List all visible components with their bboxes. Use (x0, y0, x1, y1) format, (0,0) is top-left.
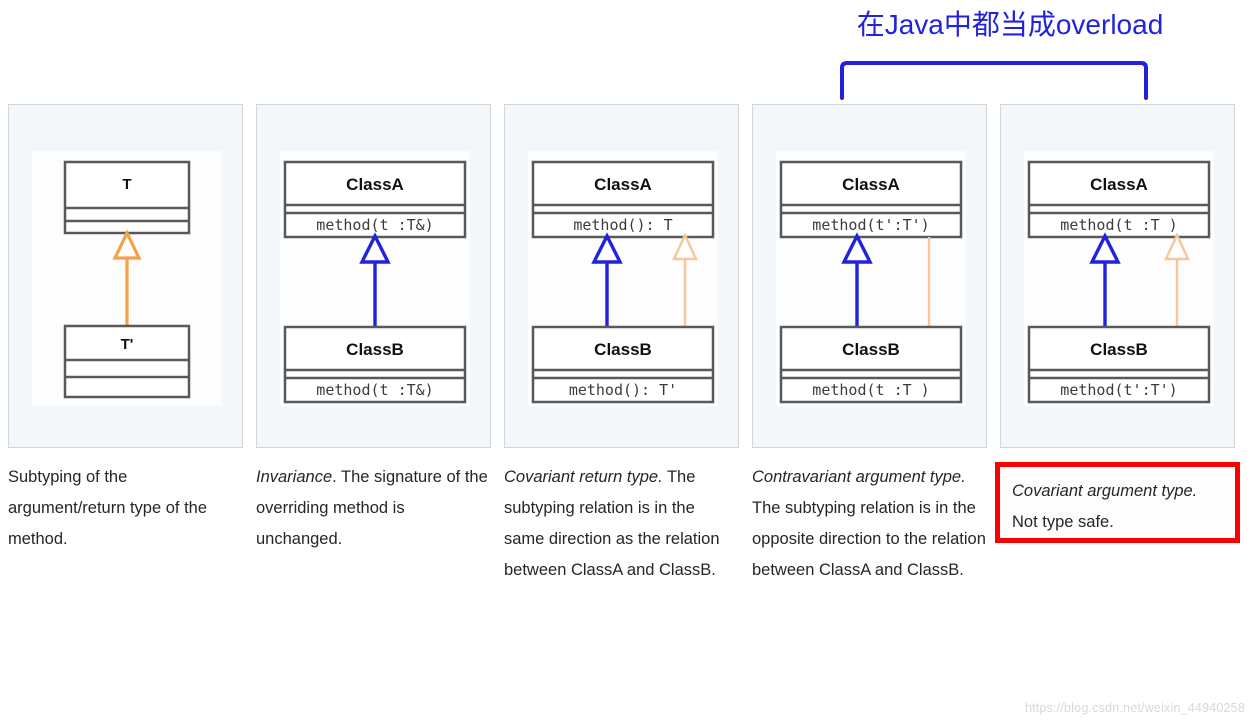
annotation-bracket-icon (840, 61, 1148, 100)
class-member-super: method(t :T ) (1060, 216, 1177, 234)
class-box-super: ClassA method(t :T&) (283, 160, 467, 239)
inheritance-arrow-icon (591, 232, 623, 327)
uml-diagram-covariant-argument: ClassA method(t :T ) ClassB method(t':T'… (1027, 160, 1211, 404)
caption-term: Covariant return type. (504, 468, 663, 486)
caption-strip: Subtyping of the argument/return type of… (8, 462, 1248, 712)
class-name-super: ClassA (842, 175, 900, 194)
class-member-sub: method(): T' (569, 381, 677, 399)
caption-invariance: Invariance. The signature of the overrid… (256, 462, 491, 712)
caption-covariant-return: Covariant return type. The subtyping rel… (504, 462, 739, 712)
subtype-arrow-icon (112, 229, 142, 326)
class-name-sub: ClassB (842, 340, 900, 359)
panel-covariant-return: ClassA method(): T ClassB method(): T' (504, 104, 739, 448)
panel-contravariant-argument: ClassA method(t':T') ClassB method(t :T … (752, 104, 987, 448)
class-box-super: ClassA method(): T (531, 160, 715, 239)
class-member-super: method(t :T&) (316, 216, 433, 234)
caption-covariant-argument-highlighted: Covariant argument type. Not type safe. (995, 462, 1240, 543)
class-box-sub: ClassB method(t':T') (1027, 325, 1211, 404)
watermark-text: https://blog.csdn.net/weixin_44940258 (1024, 701, 1245, 715)
annotation-layer: 在Java中都当成overload (0, 0, 1255, 100)
caption-contravariant-argument: Contravariant argument type. The subtypi… (752, 462, 987, 712)
class-box-super: ClassA method(t :T ) (1027, 160, 1211, 239)
diagram-panel-strip: T T' ClassA method(t :T&) ClassB method(… (8, 104, 1248, 450)
class-box-sub: ClassB method(t :T ) (779, 325, 963, 404)
class-name-sub: ClassB (1090, 340, 1148, 359)
uml-diagram-subtyping: T T' (63, 160, 191, 399)
class-member-super: method(t':T') (812, 216, 929, 234)
caption-text: Not type safe. (1012, 513, 1114, 531)
caption-text: Subtyping of the argument/return type of… (8, 468, 208, 548)
inheritance-arrow-icon (841, 232, 873, 327)
caption-term: Invariance (256, 468, 333, 486)
class-box-sub: ClassB method(t :T&) (283, 325, 467, 404)
uml-diagram-contravariant-argument: ClassA method(t':T') ClassB method(t :T … (779, 160, 963, 404)
class-name-super: ClassA (1090, 175, 1148, 194)
panel-invariance: ClassA method(t :T&) ClassB method(t :T&… (256, 104, 491, 448)
class-name-sub: ClassB (594, 340, 652, 359)
java-overload-annotation-text: 在Java中都当成overload (856, 9, 1164, 40)
caption-subtyping: Subtyping of the argument/return type of… (8, 462, 243, 712)
caption-text: The subtyping relation is in the opposit… (752, 499, 986, 579)
class-box-sub: T' (63, 324, 191, 399)
caption-term: Contravariant argument type. (752, 468, 966, 486)
uml-diagram-covariant-return: ClassA method(): T ClassB method(): T' (531, 160, 715, 404)
inheritance-arrow-icon (359, 232, 391, 327)
class-member-super: method(): T (573, 216, 672, 234)
class-box-sub: ClassB method(): T' (531, 325, 715, 404)
class-name-sub: ClassB (346, 340, 404, 359)
caption-term: Covariant argument type. (1012, 482, 1198, 500)
class-name-super: T (122, 176, 131, 193)
class-box-super: ClassA method(t':T') (779, 160, 963, 239)
class-member-sub: method(t':T') (1060, 381, 1177, 399)
panel-covariant-argument: ClassA method(t :T ) ClassB method(t':T'… (1000, 104, 1235, 448)
class-box-super: T (63, 160, 191, 235)
class-member-sub: method(t :T ) (812, 381, 929, 399)
uml-diagram-invariance: ClassA method(t :T&) ClassB method(t :T&… (283, 160, 467, 404)
inheritance-arrow-icon (1089, 232, 1121, 327)
class-name-super: ClassA (346, 175, 404, 194)
class-member-sub: method(t :T&) (316, 381, 433, 399)
class-name-super: ClassA (594, 175, 652, 194)
class-name-sub: T' (121, 336, 134, 353)
panel-subtyping: T T' (8, 104, 243, 448)
